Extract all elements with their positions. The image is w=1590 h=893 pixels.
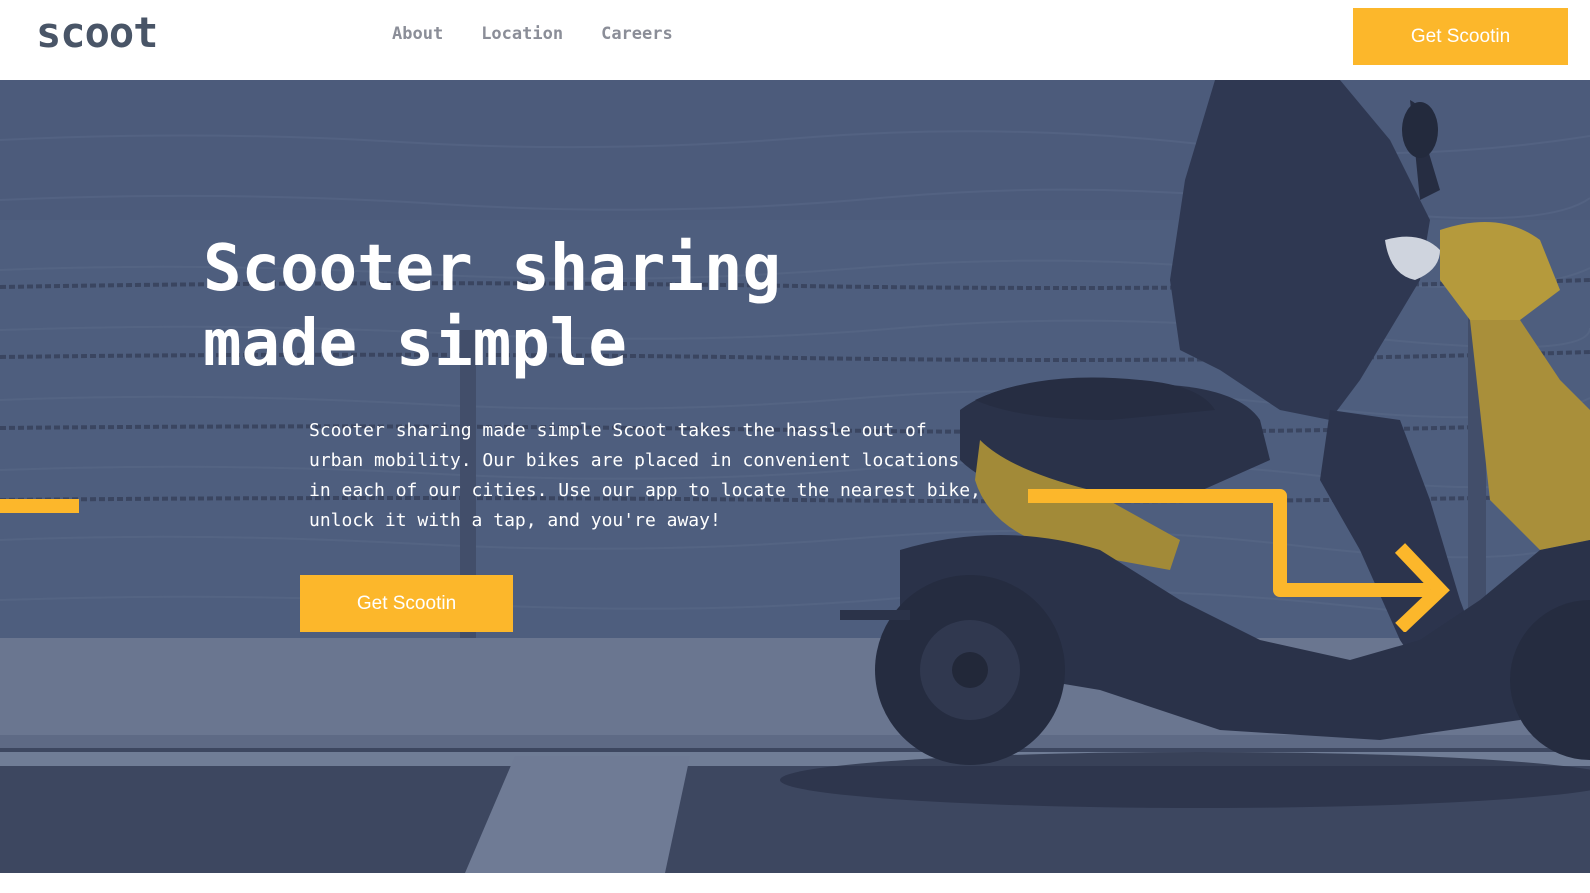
nav-link-about[interactable]: About: [392, 24, 443, 44]
hero-title-line-2: made simple: [203, 307, 627, 381]
logo[interactable]: scoot: [36, 8, 158, 57]
nav-link-careers[interactable]: Careers: [601, 24, 673, 44]
main-nav: About Location Careers: [392, 24, 673, 44]
site-header: scoot About Location Careers Get Scootin: [0, 0, 1590, 80]
hero-title: Scooter sharing made simple: [203, 232, 923, 382]
hero-section: Scooter sharing made simple Scooter shar…: [0, 80, 1590, 873]
nav-link-location[interactable]: Location: [481, 24, 563, 44]
header-get-scootin-button[interactable]: Get Scootin: [1353, 8, 1568, 65]
hero-description: Scooter sharing made simple Scoot takes …: [309, 420, 981, 531]
hero-title-line-1: Scooter sharing: [203, 232, 781, 306]
hero-get-scootin-button[interactable]: Get Scootin: [300, 575, 513, 632]
